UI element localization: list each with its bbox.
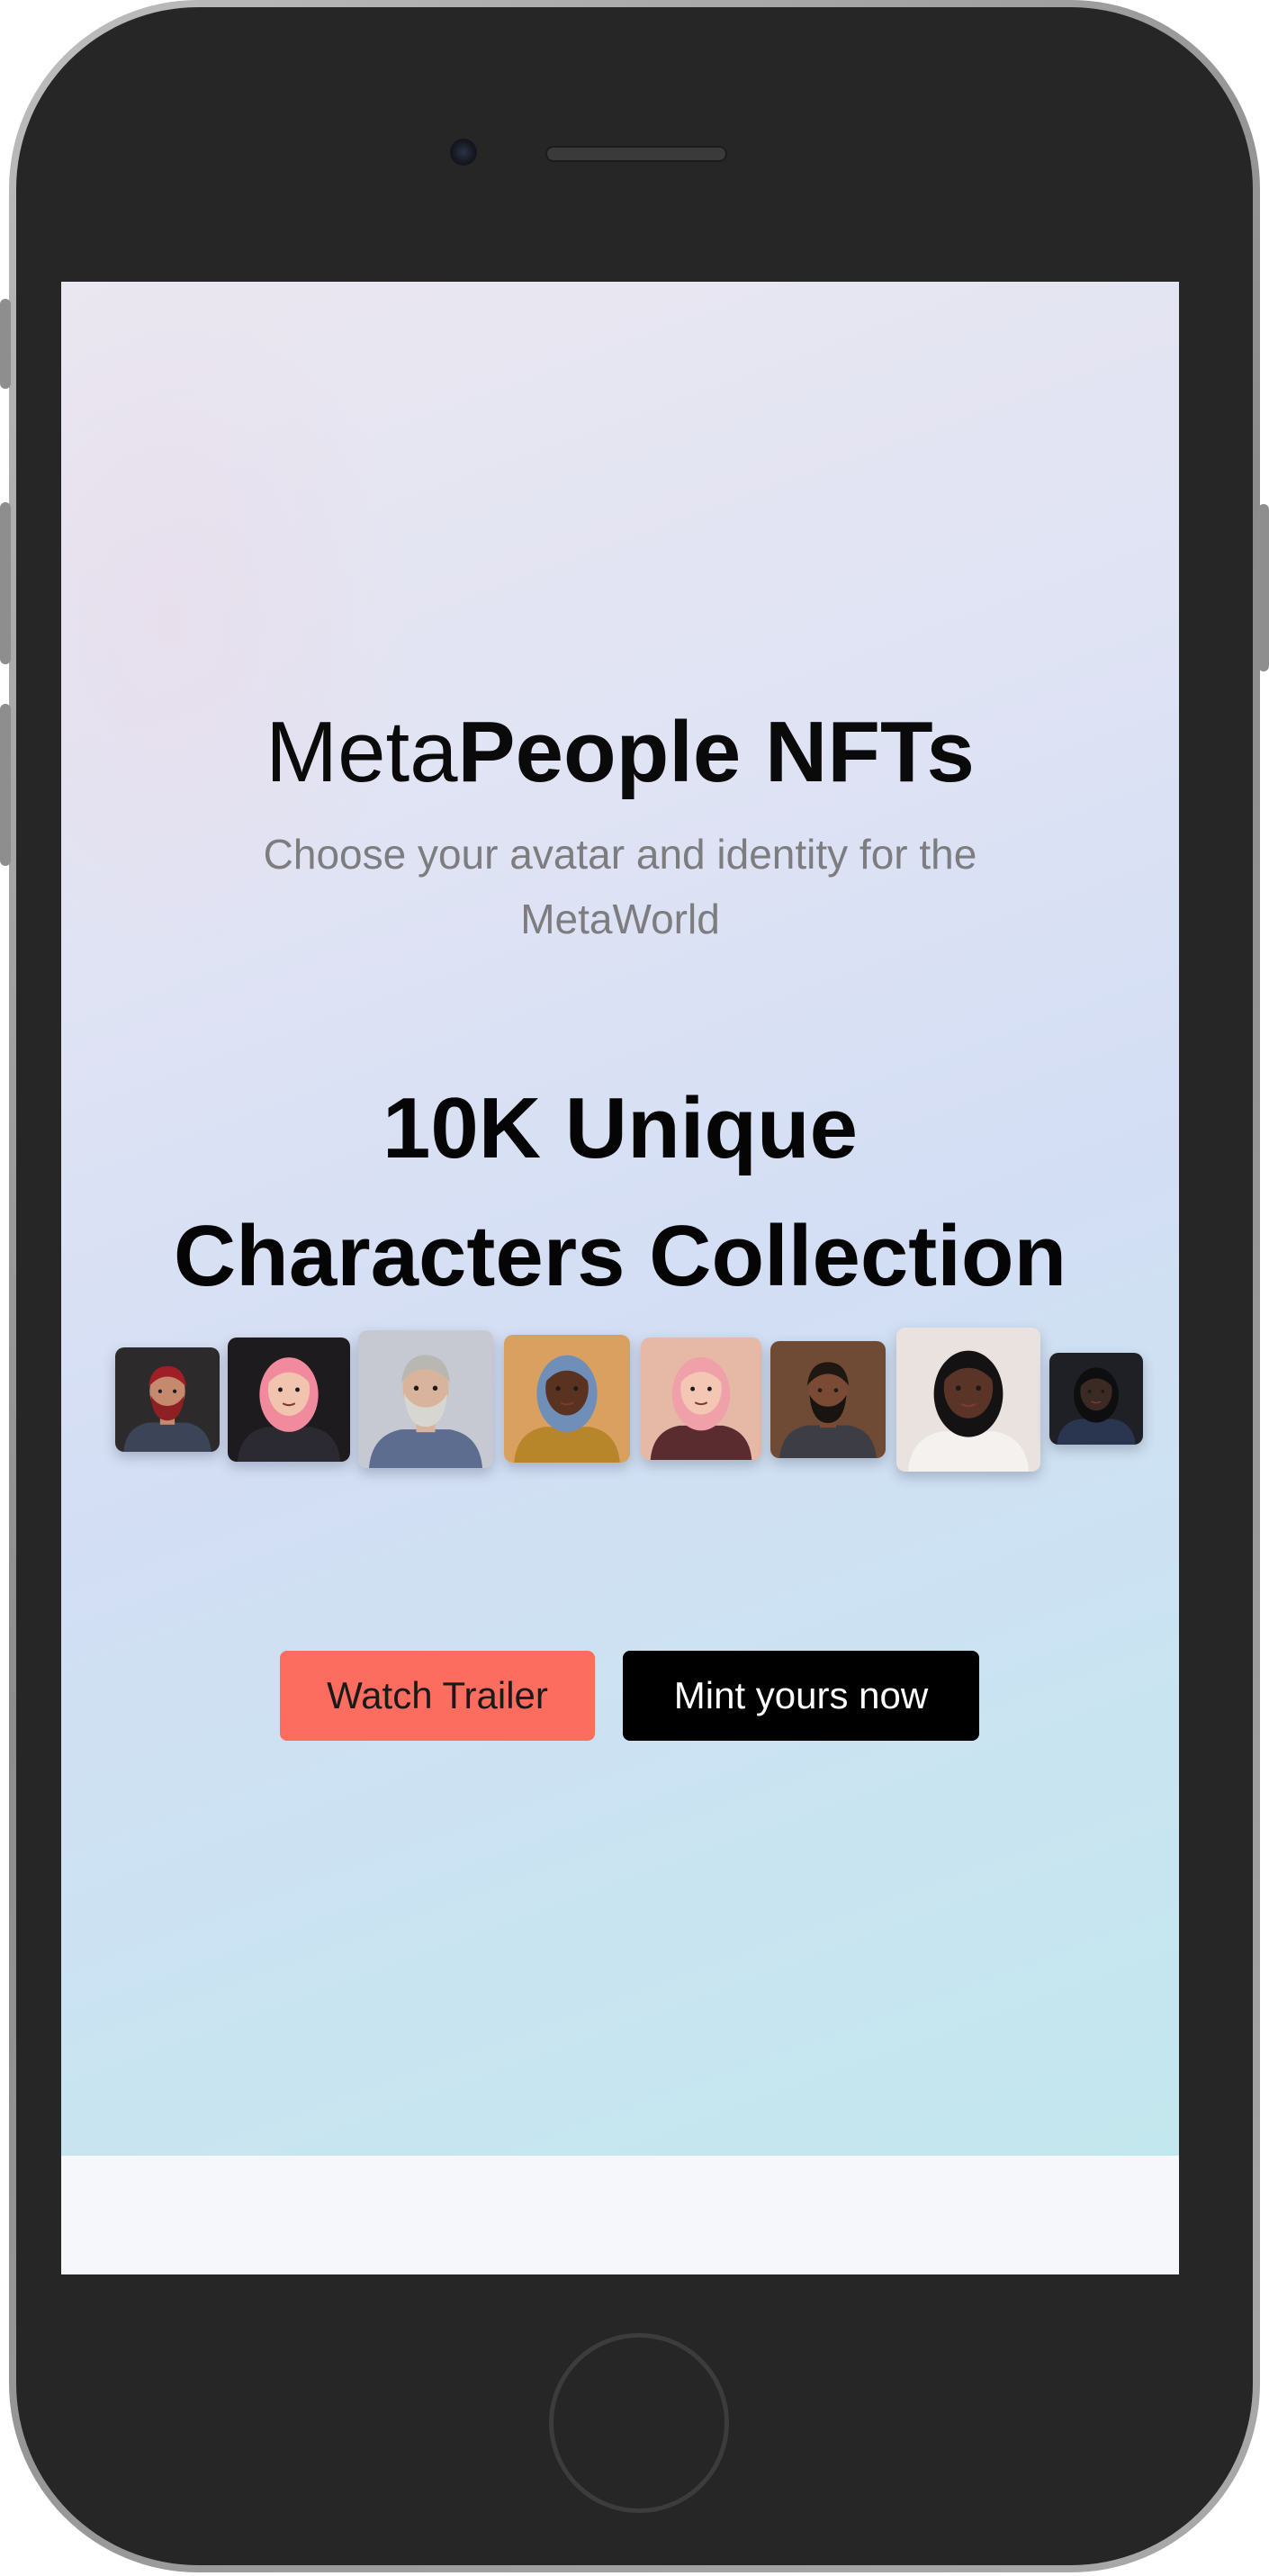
avatar-thumbnail-red-hair-bearded-man[interactable] xyxy=(115,1347,220,1452)
earpiece-speaker xyxy=(545,146,727,162)
avatar-thumbnail-pink-hair-woman[interactable] xyxy=(228,1338,350,1462)
watch-trailer-button[interactable]: Watch Trailer xyxy=(280,1651,595,1741)
avatar-portrait-icon xyxy=(504,1335,630,1463)
avatar-strip xyxy=(61,282,1179,2156)
front-camera-icon xyxy=(450,139,477,166)
volume-up-button[interactable] xyxy=(0,502,11,664)
avatar-thumbnail-dark-hair-man[interactable] xyxy=(1049,1353,1143,1445)
avatar-thumbnail-pink-hair-woman-with-hat[interactable] xyxy=(641,1338,761,1460)
footer-strip xyxy=(61,2156,1179,2274)
avatar-thumbnail-bald-bearded-man[interactable] xyxy=(770,1341,886,1458)
avatar-portrait-icon xyxy=(641,1338,761,1460)
avatar-thumbnail-woman-with-straw-hat[interactable] xyxy=(504,1335,630,1463)
silent-switch[interactable] xyxy=(0,299,11,389)
hero-section: MetaPeople NFTs Choose your avatar and i… xyxy=(61,282,1179,2156)
power-button[interactable] xyxy=(1258,504,1269,671)
avatar-portrait-icon xyxy=(770,1341,886,1458)
volume-down-button[interactable] xyxy=(0,704,11,866)
avatar-portrait-icon xyxy=(228,1338,350,1462)
avatar-thumbnail-grey-bearded-man[interactable] xyxy=(358,1330,493,1468)
avatar-portrait-icon xyxy=(1049,1353,1143,1445)
avatar-thumbnail-long-hair-woman[interactable] xyxy=(896,1328,1040,1472)
avatar-portrait-icon xyxy=(896,1328,1040,1472)
home-button[interactable] xyxy=(549,2333,729,2513)
mint-button[interactable]: Mint yours now xyxy=(623,1651,979,1741)
avatar-portrait-icon xyxy=(358,1330,493,1468)
avatar-portrait-icon xyxy=(115,1347,220,1452)
phone-screen: MetaPeople NFTs Choose your avatar and i… xyxy=(61,282,1179,2274)
